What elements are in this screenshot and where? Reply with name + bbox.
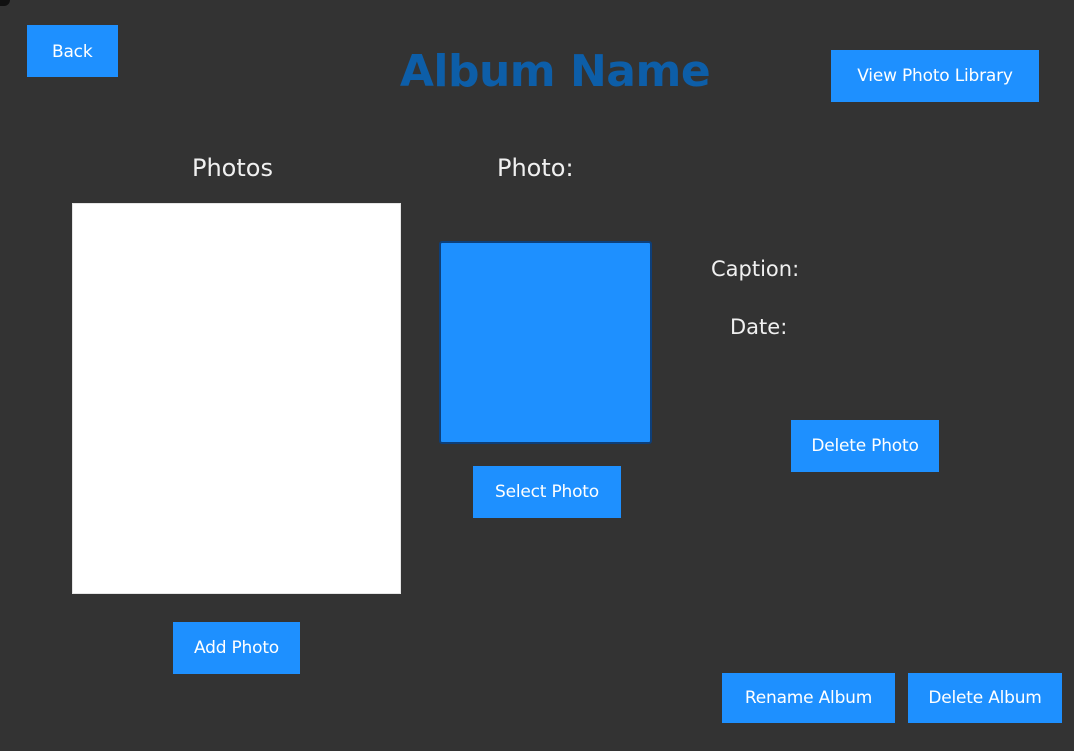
rename-album-button[interactable]: Rename Album xyxy=(722,673,895,723)
photo-preview xyxy=(439,241,652,444)
window-corner xyxy=(0,0,10,6)
photo-list[interactable] xyxy=(72,203,401,594)
delete-album-button[interactable]: Delete Album xyxy=(908,673,1062,723)
delete-photo-button[interactable]: Delete Photo xyxy=(791,420,939,472)
select-photo-button[interactable]: Select Photo xyxy=(473,466,621,518)
photos-heading: Photos xyxy=(192,154,273,182)
date-label: Date: xyxy=(730,315,788,339)
caption-label: Caption: xyxy=(711,257,800,281)
back-button[interactable]: Back xyxy=(27,25,118,77)
photo-heading: Photo: xyxy=(497,154,574,182)
album-title: Album Name xyxy=(399,46,711,97)
add-photo-button[interactable]: Add Photo xyxy=(173,622,300,674)
view-photo-library-button[interactable]: View Photo Library xyxy=(831,50,1039,102)
